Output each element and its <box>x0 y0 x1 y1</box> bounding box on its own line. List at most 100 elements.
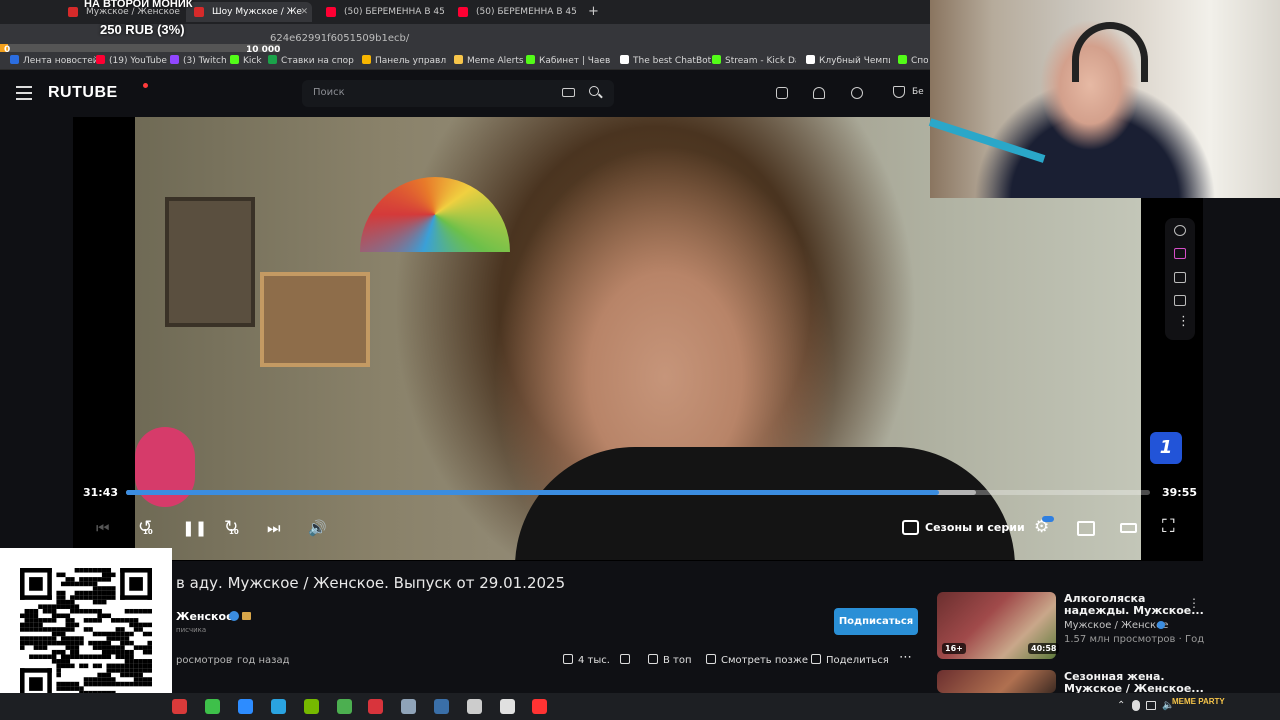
volume-icon[interactable]: 🔊 <box>308 519 327 537</box>
forward-seconds: 10 <box>229 528 239 536</box>
telegram-icon[interactable] <box>271 699 286 714</box>
bookmark-item[interactable]: (3) Twitch <box>170 54 227 68</box>
theater-mode-icon[interactable] <box>1120 523 1137 533</box>
tab-close-icon[interactable]: ✕ <box>300 2 308 22</box>
zoom-icon[interactable] <box>238 699 253 714</box>
rewind-seconds: 10 <box>143 528 153 536</box>
duration-badge: 40:58 <box>1028 643 1060 654</box>
twitch-icon <box>170 55 179 64</box>
bookmarks-bar: Лента новостей (19) YouTube (3) Twitch K… <box>0 52 930 70</box>
subscribe-button[interactable]: Подписаться <box>834 608 918 635</box>
bookmark-item[interactable]: Панель управлен <box>362 54 446 68</box>
bookmark-icon <box>268 55 277 64</box>
notepad-icon[interactable] <box>401 699 416 714</box>
age-badge: 16+ <box>942 643 966 654</box>
yandex-icon[interactable] <box>1174 225 1186 236</box>
windows-taskbar <box>0 693 1280 720</box>
search-placeholder: Поиск <box>313 87 345 98</box>
dislike-button[interactable] <box>620 654 635 666</box>
yandex-browser-icon[interactable] <box>532 699 547 714</box>
donation-amount: 250 RUB (3%) <box>100 22 185 37</box>
pause-icon[interactable]: ❚❚ <box>182 519 207 537</box>
rutube-logo[interactable]: RUTUBE <box>48 84 118 102</box>
pip-icon[interactable] <box>1077 521 1095 536</box>
bookmark-item[interactable]: Kick <box>230 54 262 68</box>
bookmark-item[interactable]: Лента новостей <box>10 54 99 68</box>
previous-icon[interactable]: ⏮ <box>96 519 110 537</box>
more-vertical-icon[interactable]: ⋮ <box>1188 596 1200 610</box>
menu-icon[interactable] <box>16 86 32 100</box>
recommendation-title[interactable]: Сезонная жена. Мужское / Женское... <box>1064 671 1204 695</box>
donation-goal-bar <box>0 44 280 52</box>
youtube-favicon-icon <box>458 7 468 17</box>
youtube-favicon-icon <box>326 7 336 17</box>
new-tab-icon[interactable]: + <box>588 4 599 19</box>
meme-party-label: MEME PARTY <box>1172 697 1225 706</box>
bookmark-item[interactable]: The best ChatBot <box>620 54 711 68</box>
bookmark-icon <box>362 55 371 64</box>
top-button[interactable]: В топ <box>648 654 692 666</box>
seasons-button[interactable]: Сезоны и серии <box>925 521 1025 534</box>
recommendation-thumbnail[interactable] <box>937 670 1056 693</box>
nvidia-icon[interactable] <box>304 699 319 714</box>
thumbs-down-icon <box>620 654 630 664</box>
bookmark-item[interactable]: Stream - Kick Dash <box>712 54 796 68</box>
donation-alert-text: НА ВТОРОЙ МОНИК <box>84 0 193 10</box>
upload-icon[interactable] <box>776 87 788 99</box>
theme-icon[interactable] <box>851 87 863 99</box>
calc-icon[interactable] <box>337 699 352 714</box>
video-scene-painting <box>260 272 370 367</box>
browser-tab-2[interactable]: Шоу Мужское / Же ✕ <box>186 2 312 22</box>
playlist-icon[interactable] <box>1174 295 1186 306</box>
bookmark-item[interactable]: Meme Alerts <box>454 54 524 68</box>
bookmark-item[interactable]: (19) YouTube <box>96 54 167 68</box>
verified-icon <box>229 611 239 621</box>
logo-dot <box>143 83 148 88</box>
steam-icon[interactable] <box>434 699 449 714</box>
bookmark-icon <box>706 654 716 664</box>
share-button[interactable]: Поделиться <box>811 654 889 666</box>
more-vertical-icon[interactable]: ⋮ <box>1177 314 1190 329</box>
chip-icon[interactable] <box>467 699 482 714</box>
browser-tab-4[interactable]: (50) БЕРЕМЕННА В 45 | 2 <box>450 2 580 22</box>
goal-end-label: 10 000 <box>246 45 281 55</box>
battery-app-icon[interactable] <box>205 699 220 714</box>
obs-icon[interactable] <box>500 699 515 714</box>
fullscreen-icon[interactable]: ⛶ <box>1162 518 1175 536</box>
bell-icon[interactable] <box>813 87 825 99</box>
tray-chevron-icon[interactable]: ⌃ <box>1117 700 1125 711</box>
chat-icon[interactable] <box>1174 248 1186 259</box>
bookmark-item[interactable]: Кабинет | Чаевые <box>526 54 610 68</box>
more-horizontal-icon[interactable]: ⋯ <box>899 650 912 665</box>
subtitles-icon[interactable] <box>1174 272 1186 283</box>
z-app-icon[interactable] <box>172 699 187 714</box>
app-64-icon[interactable] <box>368 699 383 714</box>
bookmark-item[interactable]: Спо <box>898 54 928 68</box>
like-button[interactable]: 4 тыс. <box>563 654 610 666</box>
browser-tab-3[interactable]: (50) БЕРЕМЕННА В 45 | 2 <box>318 2 444 22</box>
header-clipped-text[interactable]: Бе <box>912 87 924 97</box>
kick-icon <box>230 55 239 64</box>
goal-start-label: 0 <box>4 45 11 55</box>
chatbot-icon <box>620 55 629 64</box>
watch-later-button[interactable]: Смотреть позже <box>706 654 808 666</box>
progress-played[interactable] <box>126 490 939 495</box>
rutube-favicon-icon <box>194 7 204 17</box>
bookmark-icon <box>806 55 815 64</box>
shield-icon[interactable] <box>893 86 905 98</box>
seasons-icon[interactable] <box>902 520 919 535</box>
monitor-icon[interactable] <box>1146 701 1156 710</box>
search-icon[interactable] <box>589 86 599 96</box>
recommendation-channel[interactable]: Мужское / Женское <box>1064 620 1168 631</box>
video-title: в аду. Мужское / Женское. Выпуск от 29.0… <box>176 574 566 592</box>
recommendation-title[interactable]: Алкоголяска надежды. Мужское... <box>1064 593 1204 617</box>
microphone-icon[interactable] <box>1132 700 1140 711</box>
next-icon[interactable]: ⏭ <box>267 519 281 537</box>
keyboard-icon[interactable] <box>562 88 575 97</box>
share-icon <box>811 654 821 664</box>
bookmark-item[interactable]: Ставки на спорт <box>268 54 354 68</box>
bookmark-item[interactable]: Клубный Чемпион <box>806 54 890 68</box>
published-date: год назад <box>237 655 290 666</box>
channel-name[interactable]: Женское <box>176 610 234 623</box>
url-text[interactable]: 624e62991f6051509b1ecb/ <box>270 31 770 47</box>
